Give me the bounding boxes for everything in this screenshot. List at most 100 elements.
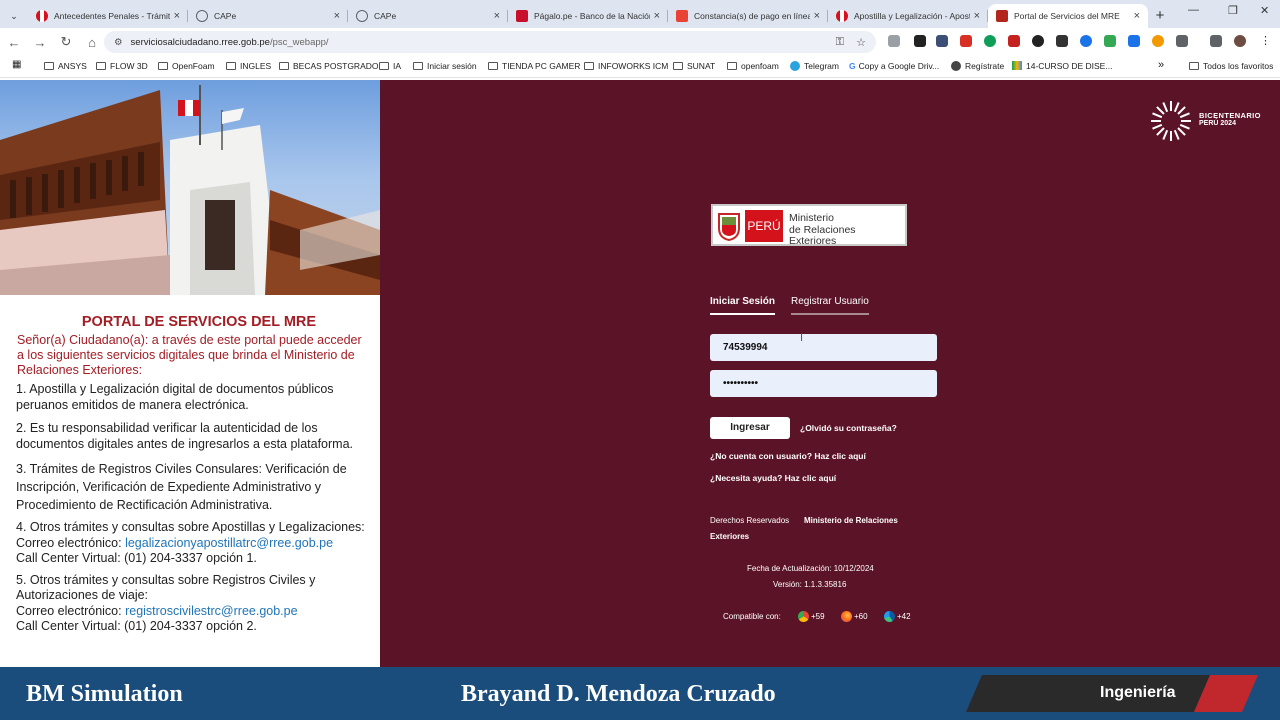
new-tab-button[interactable]: + [1148,4,1172,28]
folder-icon [1189,62,1199,70]
extension-icon[interactable] [1008,35,1020,47]
bookmark-folder[interactable]: IA [379,61,401,71]
forward-icon[interactable]: → [28,35,52,50]
folder-icon [226,62,236,70]
forgot-password-link[interactable]: ¿Olvidó su contraseña? [800,423,897,433]
building-illustration [0,85,380,295]
apostilla-email-link[interactable]: legalizacionyapostillatrc@rree.gob.pe [125,536,333,550]
browser-tab[interactable]: CAPe × [188,4,348,28]
extension-icon[interactable] [1056,35,1068,47]
tab-favicon [36,10,48,22]
tab-registrar-usuario[interactable]: Registrar Usuario [791,296,869,315]
avatar[interactable] [1234,35,1246,47]
folder-icon [727,62,737,70]
reload-icon[interactable]: ↻ [54,34,78,50]
close-icon[interactable]: × [654,10,660,22]
portal-intro: Señor(a) Ciudadano(a): a través de este … [17,333,362,377]
bookmark-folder[interactable]: ANSYS [44,61,87,71]
service-item-5-phone: Call Center Virtual: (01) 204-3337 opció… [16,619,257,633]
extension-icon[interactable] [936,35,948,47]
home-icon[interactable]: ⌂ [80,35,104,50]
bookmark-folder[interactable]: openfoam [727,61,779,71]
extension-icon[interactable] [1032,35,1044,47]
help-link[interactable]: ¿Necesita ayuda? Haz clic aquí [710,473,836,483]
apps-icon[interactable]: ▦ [12,59,21,70]
bookmark-star-icon[interactable]: ☆ [856,36,866,49]
google-icon: G [849,61,856,71]
menu-icon[interactable]: ⋮ [1260,35,1272,47]
register-link[interactable]: ¿No cuenta con usuario? Haz clic aquí [710,451,866,461]
bookmark-google[interactable]: G Copy a Google Driv... [849,61,939,71]
edge-icon [884,611,895,622]
extension-icon[interactable] [960,35,972,47]
close-icon[interactable]: × [814,10,820,22]
ministry-name: Ministerio de Relaciones Exteriores [789,212,856,247]
edge-version: +42 [897,612,911,621]
banner-label: Ingeniería [1100,684,1176,701]
registros-email-link[interactable]: registroscivilestrc@rree.gob.pe [125,604,297,618]
browser-tab[interactable]: Constancia(s) de pago en línea × [668,4,828,28]
all-bookmarks[interactable]: Todos los favoritos [1189,61,1273,71]
service-item-2: 2. Es tu responsabilidad verificar la au… [16,421,353,451]
chrome-icon [798,611,809,622]
restore-icon[interactable]: ❐ [1228,4,1238,17]
site-info-icon[interactable]: ⚙ [114,37,123,48]
close-icon[interactable]: × [174,10,180,22]
bookmark-folder[interactable]: TIENDA PC GAMER [488,61,580,71]
address-bar[interactable]: ⚙ serviciosalciudadano.rree.gob.pe/psc_w… [104,31,876,53]
extension-icon[interactable] [984,35,996,47]
bookmark-folder[interactable]: INGLES [226,61,271,71]
compatible-label: Compatible con: [723,612,781,621]
close-icon[interactable]: × [1134,10,1140,22]
folder-icon [488,62,498,70]
pagalo-icon [516,10,528,22]
puzzle-icon[interactable] [1176,35,1188,47]
peru-label: PERÚ [745,210,783,242]
bookmark-folder[interactable]: BECAS POSTGRADO [279,61,379,71]
service-item-5: 5. Otros trámites y consultas sobre Regi… [16,573,372,635]
bookmark-drive[interactable]: 14-CURSO DE DISE... [1012,61,1112,71]
login-button[interactable]: Ingresar [710,417,790,439]
browser-tab[interactable]: CAPe × [348,4,508,28]
chevron-right-icon[interactable]: » [1158,59,1164,71]
extension-icon[interactable] [888,35,900,47]
browser-tab[interactable]: Antecedentes Penales - Trámite × [28,4,188,28]
bookmark-folder[interactable]: OpenFoam [158,61,215,71]
extension-icon[interactable] [1080,35,1092,47]
window-close-icon[interactable]: ✕ [1260,4,1269,17]
extension-icon[interactable] [1152,35,1164,47]
extension-icon[interactable] [1104,35,1116,47]
telegram-icon [790,61,800,71]
browser-tab[interactable]: Págalo.pe - Banco de la Nación × [508,4,668,28]
close-icon[interactable]: × [974,10,980,22]
banner-author-name: Brayand D. Mendoza Cruzado [461,681,776,707]
browser-tab-active[interactable]: Portal de Servicios del MRE × [988,4,1148,28]
bookmark-folder[interactable]: SUNAT [673,61,715,71]
media-icon[interactable] [1210,35,1222,47]
back-icon[interactable]: ← [2,35,26,50]
bookmark-folder[interactable]: INFOWORKS ICM [584,61,668,71]
service-item-3: 3. Trámites de Registros Civiles Consula… [16,462,347,512]
folder-icon [584,62,594,70]
tab-iniciar-sesion[interactable]: Iniciar Sesión [710,296,776,315]
extension-off-icon[interactable] [914,35,926,47]
service-item-5-title: 5. Otros trámites y consultas sobre Regi… [16,572,316,603]
info-panel: PORTAL DE SERVICIOS DEL MRE Señor(a) Ciu… [0,80,380,667]
browser-tab[interactable]: Apostilla y Legalización - Apost × [828,4,988,28]
bookmark-folder[interactable]: Iniciar sesión [413,61,477,71]
bicentenario-text-2: PERÚ 2024 [1199,120,1236,127]
peru-shield-icon [718,213,740,242]
bookmark-folder[interactable]: FLOW 3D [96,61,148,71]
bookmark-registrate[interactable]: Regístrate [951,61,1004,71]
password-input[interactable]: •••••••••• [710,370,937,397]
download-icon[interactable] [1128,35,1140,47]
tab-search-button[interactable]: ⌄ [0,4,28,28]
username-input[interactable]: 74539994 [710,334,937,361]
password-key-icon[interactable]: ⚿ [836,36,844,49]
service-item-4-phone: Call Center Virtual: (01) 204-3337 opció… [16,551,257,565]
close-icon[interactable]: × [494,10,500,22]
bookmark-telegram[interactable]: Telegram [790,61,839,71]
close-icon[interactable]: × [334,10,340,22]
rights-owner: Ministerio de Relaciones [804,516,898,525]
minimize-icon[interactable]: — [1188,4,1199,16]
